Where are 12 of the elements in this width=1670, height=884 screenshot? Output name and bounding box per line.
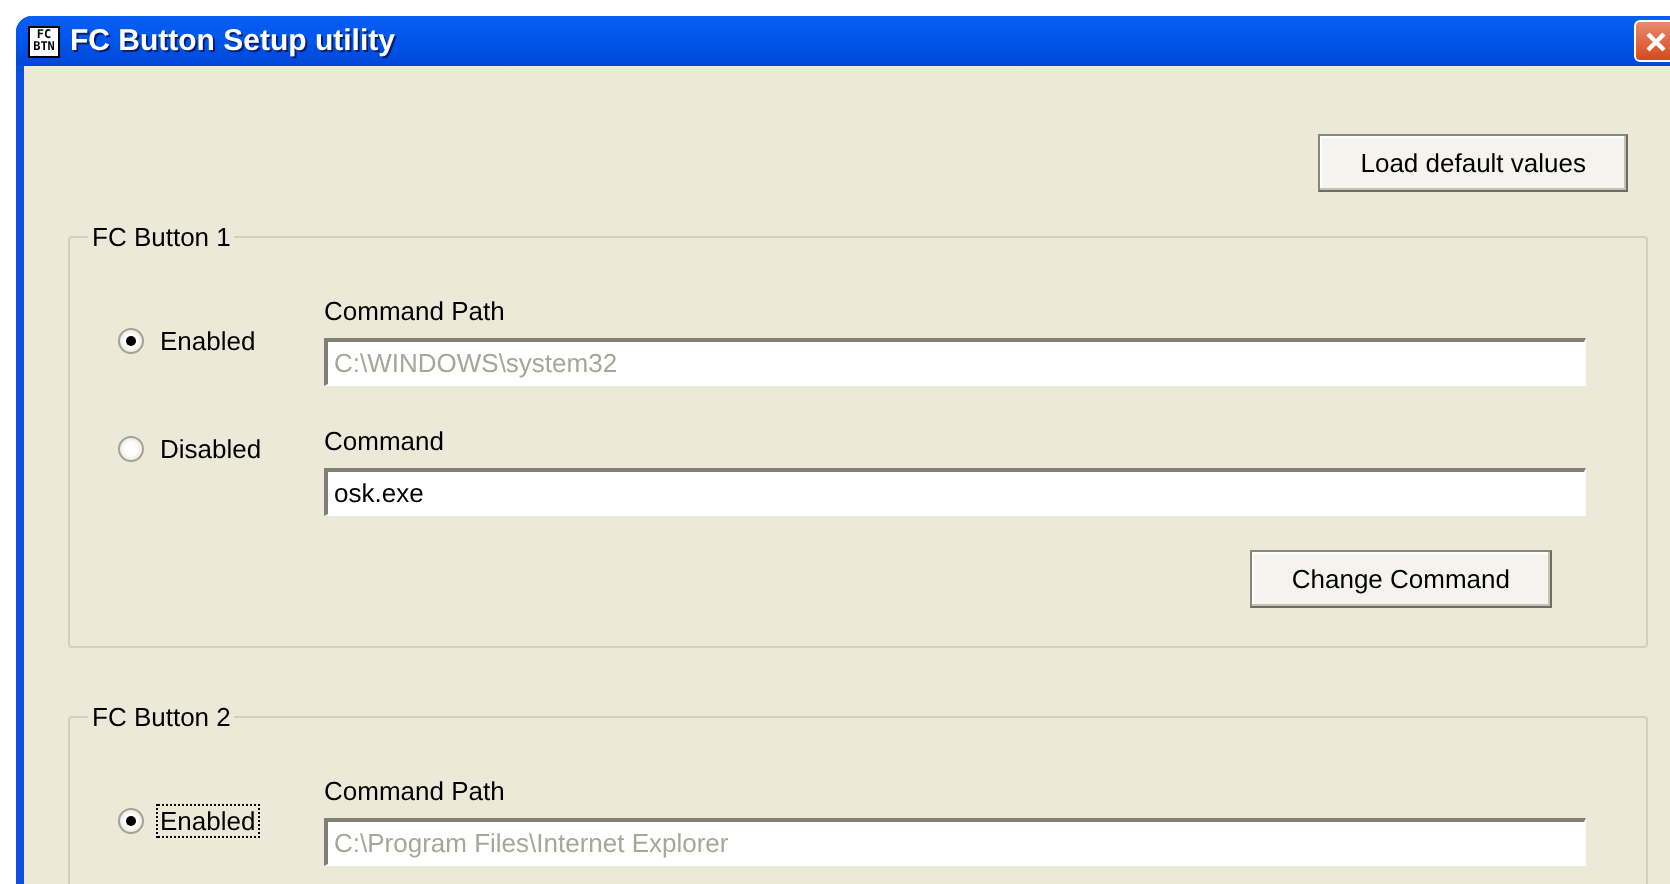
field-label: Command [324,426,446,456]
radio-label[interactable]: Enabled [156,804,260,838]
load-defaults-button[interactable]: Load default values [1318,134,1628,192]
change-command-button[interactable]: Change Command [1249,550,1552,608]
radio-label[interactable]: Disabled [156,432,266,466]
radio-label[interactable]: Enabled [156,324,260,358]
input-field[interactable]: osk.exe [324,468,1586,516]
group-title: FC Button 2 [90,702,233,732]
field-label: Command Path [324,776,507,806]
group-title: FC Button 1 [90,222,233,252]
field-label: Command Path [324,296,507,326]
window-title: FC Button Setup utility [70,24,395,58]
